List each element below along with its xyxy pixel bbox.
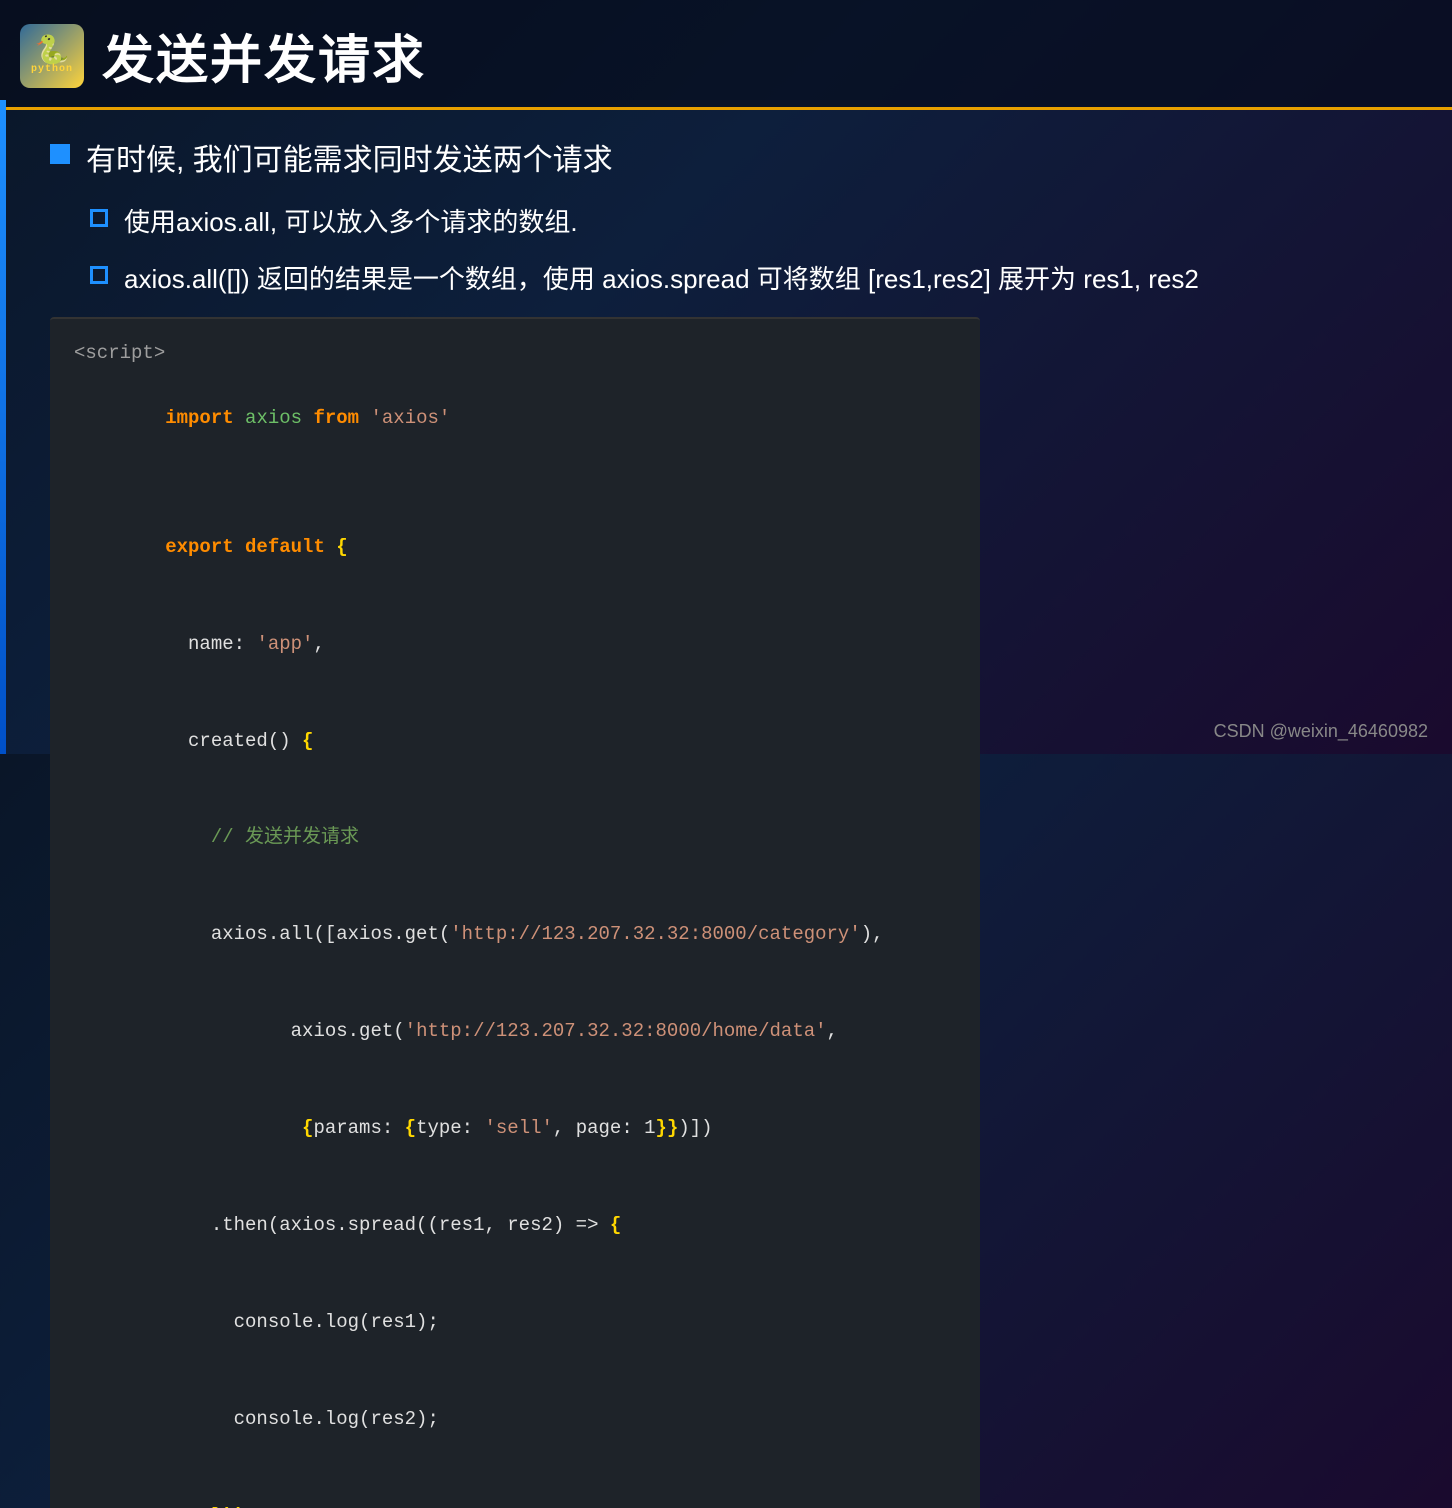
code-line-name: name: 'app', bbox=[74, 595, 956, 692]
watermark-text: CSDN @weixin_46460982 bbox=[1214, 721, 1428, 741]
python-logo: 🐍 python bbox=[20, 24, 84, 88]
main-content: 有时候, 我们可能需求同时发送两个请求 使用axios.all, 可以放入多个请… bbox=[0, 110, 1452, 1508]
code-line-log1: console.log(res1); bbox=[74, 1274, 956, 1371]
code-line-then: .then(axios.spread((res1, res2) => { bbox=[74, 1177, 956, 1274]
secondary-bullet-marker-2 bbox=[90, 266, 108, 284]
code-line-log2: console.log(res2); bbox=[74, 1371, 956, 1468]
code-line-comment: // 发送并发请求 bbox=[74, 789, 956, 886]
code-line-1: import axios from 'axios' bbox=[74, 369, 956, 466]
code-line-axios-all: axios.all([axios.get('http://123.207.32.… bbox=[74, 886, 956, 983]
slide-container: 🐍 python 发送并发请求 有时候, 我们可能需求同时发送两个请求 使用ax… bbox=[0, 0, 1452, 754]
secondary-bullet-marker-1 bbox=[90, 209, 108, 227]
secondary-bullet-text-2: axios.all([]) 返回的结果是一个数组，使用 axios.spread… bbox=[124, 260, 1199, 299]
page-title: 发送并发请求 bbox=[102, 18, 426, 93]
secondary-bullet-text-1: 使用axios.all, 可以放入多个请求的数组. bbox=[124, 203, 578, 242]
code-block: <script> import axios from 'axios' expor… bbox=[50, 317, 980, 1508]
code-line-close1: })) bbox=[74, 1467, 956, 1508]
code-line-axios-get2: axios.get('http://123.207.32.32:8000/hom… bbox=[74, 983, 956, 1080]
left-accent-bar bbox=[0, 100, 6, 754]
primary-bullet-marker bbox=[50, 144, 70, 164]
code-line-export: export default { bbox=[74, 498, 956, 595]
python-logo-label: python bbox=[31, 64, 73, 75]
code-line-created: created() { bbox=[74, 692, 956, 789]
python-logo-icon: 🐍 bbox=[35, 36, 70, 64]
code-line-params: {params: {type: 'sell', page: 1}})]) bbox=[74, 1080, 956, 1177]
bullet-secondary-2: axios.all([]) 返回的结果是一个数组，使用 axios.spread… bbox=[90, 260, 1402, 299]
bullet-primary: 有时候, 我们可能需求同时发送两个请求 bbox=[50, 138, 1402, 183]
code-line-blank bbox=[74, 466, 956, 498]
bullet-secondary-1: 使用axios.all, 可以放入多个请求的数组. bbox=[90, 203, 1402, 242]
watermark: CSDN @weixin_46460982 bbox=[1214, 721, 1428, 742]
header: 🐍 python 发送并发请求 bbox=[0, 0, 1452, 110]
code-partial-top: <script> bbox=[74, 337, 956, 369]
primary-bullet-text: 有时候, 我们可能需求同时发送两个请求 bbox=[86, 138, 613, 183]
